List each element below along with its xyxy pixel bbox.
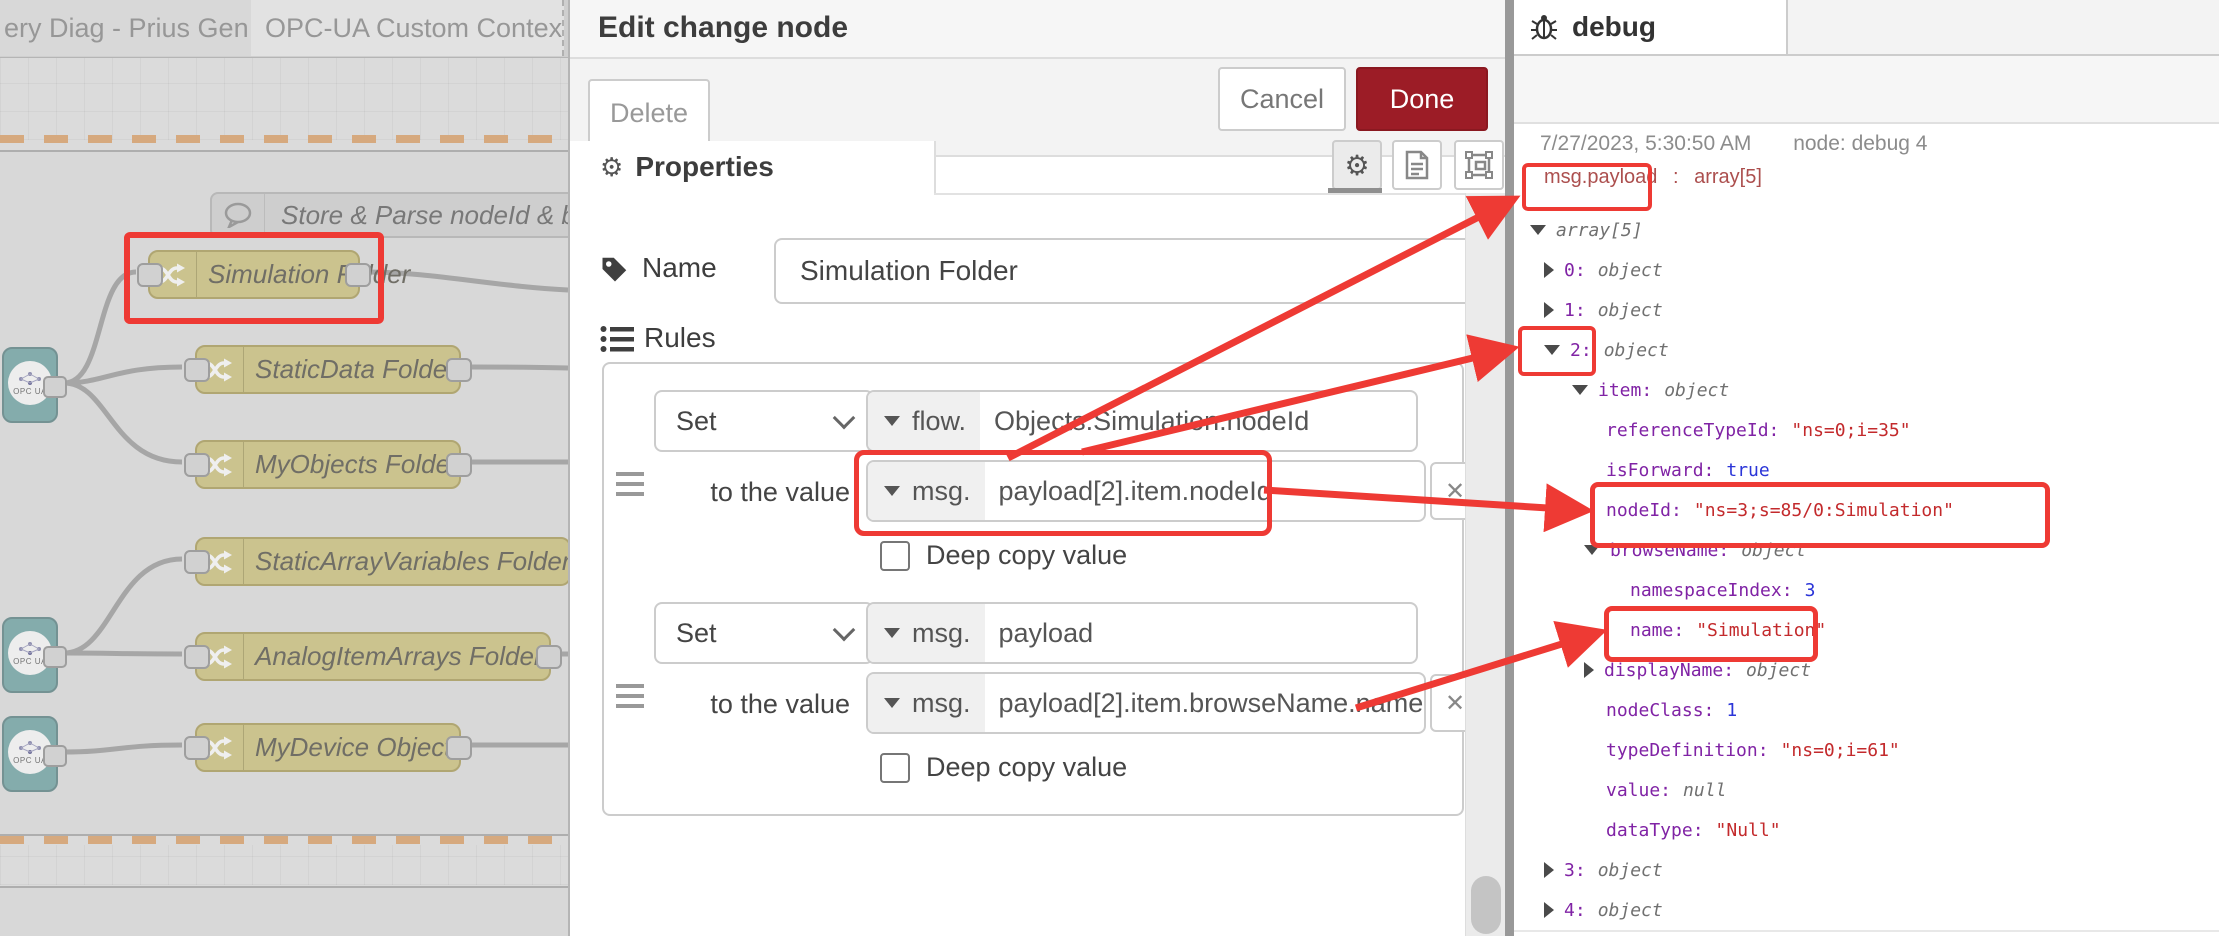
dialog-title: Edit change node	[598, 11, 848, 45]
sidebar-resize-handle[interactable]	[1505, 0, 1514, 936]
debug-msg-type: array[5]	[1694, 166, 1762, 188]
rule1-value-type[interactable]: msg.	[868, 462, 985, 520]
rule2-property-type[interactable]: msg.	[868, 604, 985, 662]
expand-icon[interactable]	[1544, 262, 1554, 278]
rule2-deep-copy-checkbox[interactable]	[880, 753, 910, 783]
caret-down-icon	[884, 698, 900, 708]
rule1-value-input[interactable]: msg. payload[2].item.nodeId	[866, 460, 1426, 522]
dialog-header: Edit change node	[570, 0, 1507, 59]
debug-tree-row: name:"Simulation"	[1630, 610, 1826, 650]
editor-shade-overlay	[0, 0, 568, 936]
chevron-down-icon	[833, 407, 856, 430]
debug-tree-row: namespaceIndex:3	[1630, 570, 1815, 610]
flow-editor[interactable]: Store & Parse nodeId & browseNam Simulat…	[0, 0, 568, 936]
debug-message: 7/27/2023, 5:30:50 AM node: debug 4 msg.…	[1514, 122, 2219, 936]
done-button[interactable]: Done	[1356, 67, 1488, 131]
debug-tree-row[interactable]: item:object	[1572, 370, 1729, 410]
expand-icon[interactable]	[1544, 862, 1554, 878]
rule1-property-input[interactable]: flow. Objects.Simulation.nodeId	[866, 390, 1418, 452]
caret-down-icon	[884, 416, 900, 426]
debug-tree-row: nodeClass:1	[1606, 690, 1737, 730]
debug-tree-row[interactable]: displayName:object	[1584, 650, 1811, 690]
flow-tab-bar: ery Diag - Prius Gen 4 OPC-UA Custom Con…	[0, 0, 568, 58]
bug-icon	[1530, 13, 1558, 41]
message-separator	[1514, 930, 2219, 932]
debug-tree-row: typeDefinition:"ns=0;i=61"	[1606, 730, 1900, 770]
caret-down-icon	[884, 486, 900, 496]
debug-tree-row: value:null	[1606, 770, 1726, 810]
node-red-app: Store & Parse nodeId & browseNam Simulat…	[0, 0, 2219, 936]
debug-msg-path[interactable]: msg.payload	[1540, 162, 1667, 192]
tab-properties[interactable]: ⚙ Properties	[570, 141, 936, 193]
name-row: Name Simulation Folder	[570, 238, 1507, 308]
tab-debug[interactable]: debug	[1514, 0, 1788, 54]
collapse-icon[interactable]	[1572, 385, 1588, 395]
debug-tree-row: isForward:true	[1606, 450, 1770, 490]
debug-source-node: node: debug 4	[1793, 132, 1927, 155]
debug-toolbar	[1514, 56, 2219, 124]
debug-timestamp: 7/27/2023, 5:30:50 AM	[1540, 132, 1751, 155]
dialog-tab-row: ⚙ Properties ⚙	[570, 155, 1507, 195]
debug-tab-bar: debug	[1514, 0, 2219, 56]
rule2-value-input[interactable]: msg. payload[2].item.browseName.name	[866, 672, 1426, 734]
flow-tab-prius[interactable]: ery Diag - Prius Gen 4	[0, 0, 255, 56]
debug-sidebar: debug 7/27/2023, 5:30:50 AM node: debug …	[1514, 0, 2219, 936]
rule1-action-select[interactable]: Set	[654, 390, 874, 452]
edit-change-node-dialog: Edit change node Delete Cancel Done ⚙ Pr…	[568, 0, 1507, 936]
tag-icon	[600, 254, 630, 289]
document-icon	[1404, 150, 1430, 180]
rule2-value-type[interactable]: msg.	[868, 674, 985, 732]
expand-icon[interactable]	[1584, 662, 1594, 678]
collapse-icon[interactable]	[1530, 225, 1546, 235]
rule1-property-type[interactable]: flow.	[868, 392, 980, 450]
caret-down-icon	[884, 628, 900, 638]
rule1-drag-handle[interactable]	[616, 472, 644, 502]
selection-frame-icon	[1464, 150, 1494, 180]
rule1-to-label: to the value	[662, 477, 850, 508]
appearance-view-button[interactable]	[1454, 140, 1504, 190]
debug-tree-row[interactable]: 1:object	[1544, 290, 1663, 330]
debug-tree-row: referenceTypeId:"ns=0;i=35"	[1606, 410, 1911, 450]
rule2-to-label: to the value	[662, 689, 850, 720]
collapse-icon[interactable]	[1584, 545, 1600, 555]
rule2-property-input[interactable]: msg. payload	[866, 602, 1418, 664]
name-label: Name	[642, 252, 717, 284]
active-view-underline	[1328, 188, 1382, 193]
rule2-action-select[interactable]: Set	[654, 602, 874, 664]
rule2-deep-copy-row: Deep copy value	[880, 752, 1127, 783]
cancel-button[interactable]: Cancel	[1218, 67, 1346, 131]
name-input[interactable]: Simulation Folder	[774, 238, 1490, 304]
debug-tree-row[interactable]: 2:object	[1544, 330, 1669, 370]
debug-tree-row[interactable]: 3:object	[1544, 850, 1663, 890]
properties-view-button[interactable]: ⚙	[1332, 140, 1382, 190]
delete-button[interactable]: Delete	[588, 79, 710, 147]
list-icon	[600, 324, 634, 354]
rule1-deep-copy-row: Deep copy value	[880, 540, 1127, 571]
gear-icon: ⚙	[1344, 149, 1369, 182]
chevron-down-icon	[833, 619, 856, 642]
debug-tree-row[interactable]: browseName:object	[1584, 530, 1806, 570]
rule1-deep-copy-checkbox[interactable]	[880, 541, 910, 571]
debug-tree-row[interactable]: 0:object	[1544, 250, 1663, 290]
collapse-icon[interactable]	[1544, 345, 1560, 355]
rule2-drag-handle[interactable]	[616, 684, 644, 714]
gear-icon: ⚙	[600, 152, 623, 183]
debug-tree-row: nodeId:"ns=3;s=85/0:Simulation"	[1606, 490, 1954, 530]
expand-icon[interactable]	[1544, 302, 1554, 318]
debug-tree-row[interactable]: 4:object	[1544, 890, 1663, 930]
dialog-scrollbar-thumb[interactable]	[1471, 876, 1501, 934]
description-view-button[interactable]	[1392, 140, 1442, 190]
debug-tree-row[interactable]: array[5]	[1530, 210, 1643, 250]
debug-tree-row: dataType:"Null"	[1606, 810, 1781, 850]
expand-icon[interactable]	[1544, 902, 1554, 918]
flow-tab-opcua[interactable]: OPC-UA Custom Contex	[251, 0, 564, 56]
dialog-scrollbar-track[interactable]	[1465, 193, 1508, 936]
